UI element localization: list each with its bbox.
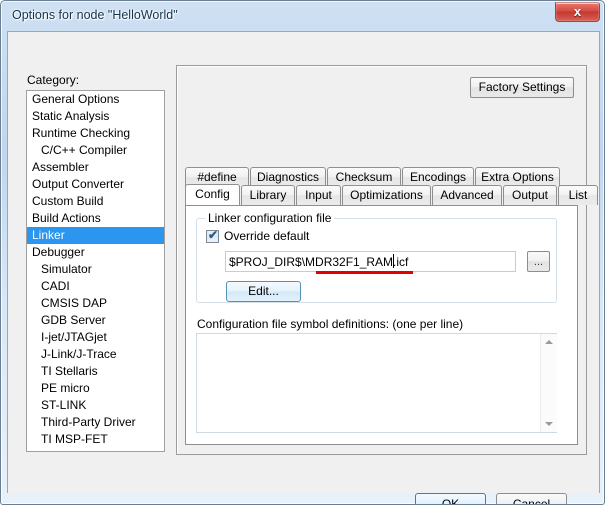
linker-config-path-input[interactable] <box>225 251 516 272</box>
browse-button[interactable]: ... <box>527 251 550 272</box>
options-panel: Factory Settings #define Diagnostics Check… <box>176 65 598 455</box>
scroll-down-arrow-icon[interactable] <box>541 416 557 432</box>
category-item[interactable]: Third-Party Driver <box>27 414 164 431</box>
cancel-button[interactable]: Cancel <box>496 493 567 504</box>
tab-checksum[interactable]: Checksum <box>327 167 401 187</box>
screenshot-root: Options for node "HelloWorld" x Category… <box>0 0 605 505</box>
title-bar: Options for node "HelloWorld" x <box>1 1 604 31</box>
tab-extra-options[interactable]: Extra Options <box>475 167 560 187</box>
ok-button[interactable]: OK <box>415 493 486 504</box>
tab-output[interactable]: Output <box>503 185 557 205</box>
symbol-definitions-scrollbar[interactable] <box>540 334 557 432</box>
text-caret <box>393 254 394 268</box>
override-default-checkbox[interactable]: ✔ <box>206 227 219 243</box>
scroll-up-arrow-icon[interactable] <box>541 334 557 350</box>
tab-optimizations[interactable]: Optimizations <box>342 185 431 205</box>
category-item[interactable]: General Options <box>27 91 164 108</box>
tab-diagnostics[interactable]: Diagnostics <box>250 167 326 187</box>
tab-config[interactable]: Config <box>185 184 240 205</box>
symbol-definitions-label: Configuration file symbol definitions: (… <box>197 317 464 331</box>
dialog-client-area: Category: General Options Static Analysis… <box>7 31 600 504</box>
category-item[interactable]: Custom Build <box>27 193 164 210</box>
category-item[interactable]: J-Link/J-Trace <box>27 346 164 363</box>
category-item[interactable]: Assembler <box>27 159 164 176</box>
tab-library[interactable]: Library <box>241 185 295 205</box>
override-default-checkbox-row[interactable]: ✔ Override default <box>206 227 310 243</box>
category-item[interactable]: Linker <box>27 227 164 244</box>
category-item[interactable]: Build Actions <box>27 210 164 227</box>
close-icon: x <box>573 4 582 19</box>
config-tab-page: Linker configuration file ✔ Override def… <box>185 205 578 445</box>
factory-settings-button[interactable]: Factory Settings <box>470 77 574 98</box>
category-item[interactable]: GDB Server <box>27 312 164 329</box>
category-item[interactable]: I-jet/JTAGjet <box>27 329 164 346</box>
window-title: Options for node "HelloWorld" <box>12 8 178 22</box>
close-button[interactable]: x <box>555 2 600 22</box>
category-item[interactable]: Simulator <box>27 261 164 278</box>
category-item[interactable]: TI Stellaris <box>27 363 164 380</box>
linker-config-groupbox: Linker configuration file ✔ Override def… <box>196 211 557 303</box>
tab-encodings[interactable]: Encodings <box>402 167 474 187</box>
category-list[interactable]: General Options Static Analysis Runtime Ch… <box>26 90 165 452</box>
linker-config-groupbox-title: Linker configuration file <box>205 211 335 225</box>
category-item[interactable]: CADI <box>27 278 164 295</box>
checkmark-icon: ✔ <box>208 227 219 242</box>
edit-button[interactable]: Edit... <box>226 281 301 302</box>
tab-list[interactable]: List <box>558 185 598 205</box>
symbol-definitions-box[interactable] <box>196 333 557 433</box>
category-item[interactable]: ST-LINK <box>27 397 164 414</box>
scrollbar-track[interactable] <box>541 350 557 416</box>
category-item[interactable]: CMSIS DAP <box>27 295 164 312</box>
category-item[interactable]: Static Analysis <box>27 108 164 125</box>
category-item[interactable]: TI MSP-FET <box>27 431 164 448</box>
category-item[interactable]: TI XDS <box>27 448 164 451</box>
tab-input[interactable]: Input <box>296 185 341 205</box>
category-item[interactable]: Output Converter <box>27 176 164 193</box>
override-default-label: Override default <box>224 229 310 243</box>
category-item[interactable]: Runtime Checking <box>27 125 164 142</box>
tab-advanced[interactable]: Advanced <box>432 185 502 205</box>
category-item[interactable]: PE micro <box>27 380 164 397</box>
category-item[interactable]: C/C++ Compiler <box>27 142 164 159</box>
options-dialog-window: Options for node "HelloWorld" x Category… <box>0 0 605 505</box>
category-label: Category: <box>27 73 80 87</box>
category-item[interactable]: Debugger <box>27 244 164 261</box>
red-underline-annotation <box>316 271 413 274</box>
